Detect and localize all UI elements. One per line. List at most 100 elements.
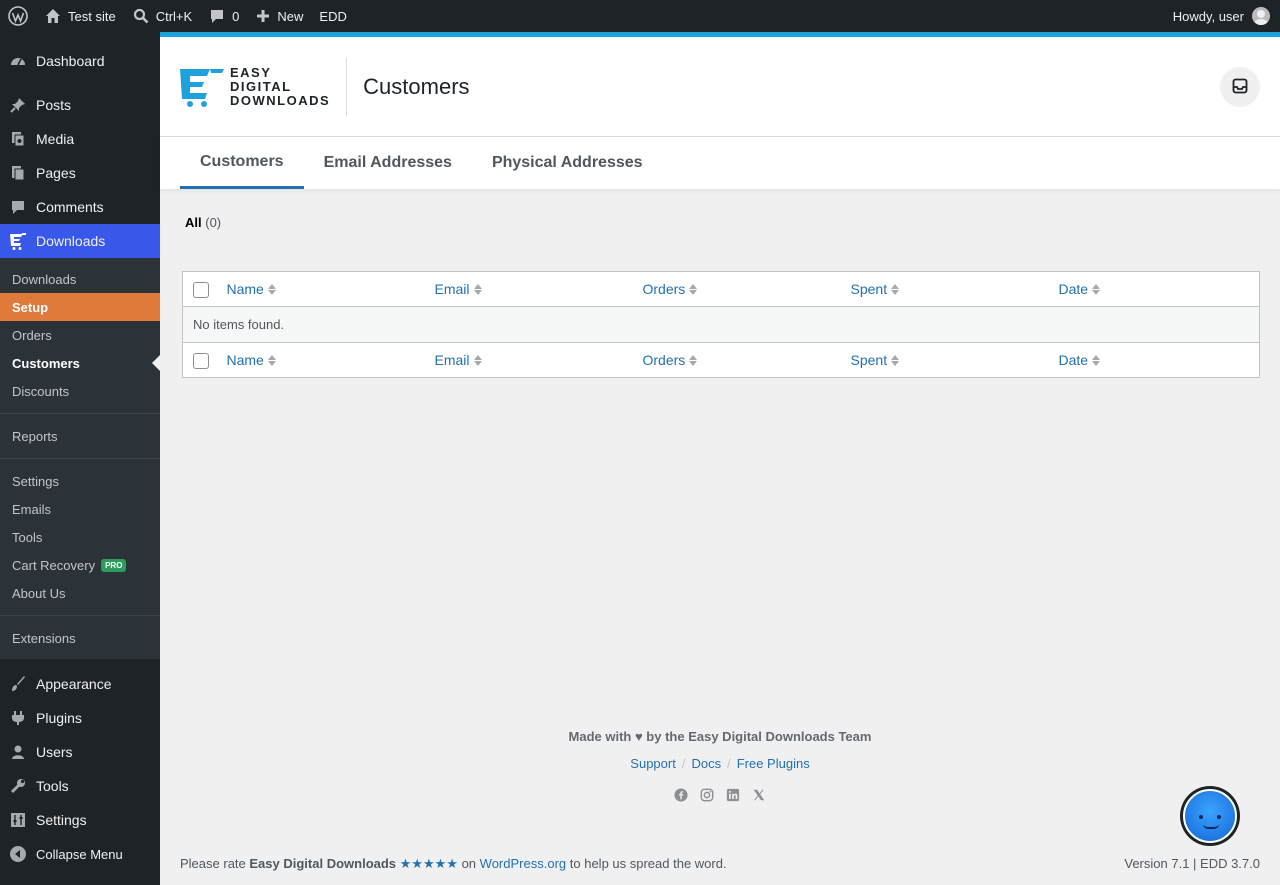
wp-logo-menu[interactable] xyxy=(0,0,36,32)
sidebar-label-comments: Comments xyxy=(36,199,104,215)
submenu-separator xyxy=(0,615,160,616)
comments-count: 0 xyxy=(232,8,240,24)
notifications-inbox-button[interactable] xyxy=(1220,67,1260,107)
sidebar-item-posts[interactable]: Posts xyxy=(0,88,160,122)
pushpin-icon xyxy=(8,95,28,115)
submenu-item-customers[interactable]: Customers xyxy=(0,349,160,377)
sort-arrows-icon xyxy=(891,283,900,295)
submenu-item-extensions[interactable]: Extensions xyxy=(0,624,160,652)
sidebar-label-downloads: Downloads xyxy=(36,233,106,249)
select-all-checkbox[interactable] xyxy=(193,282,209,298)
select-all-checkbox[interactable] xyxy=(193,353,209,369)
column-name[interactable]: Name xyxy=(216,342,425,378)
empty-table-message: No items found. xyxy=(182,306,1260,343)
wordpress-org-link[interactable]: WordPress.org xyxy=(480,856,566,871)
admin-bar: Test site Ctrl+K 0 New EDD Howdy, user xyxy=(0,0,1280,32)
my-account-menu[interactable]: Howdy, user xyxy=(1173,7,1280,25)
collapse-menu-button[interactable]: Collapse Menu xyxy=(0,837,160,871)
free-plugins-link[interactable]: Free Plugins xyxy=(737,756,810,771)
submenu-item-downloads[interactable]: Downloads xyxy=(0,265,160,293)
column-date[interactable]: Date xyxy=(1048,342,1260,378)
submenu-item-discounts[interactable]: Discounts xyxy=(0,377,160,405)
edd-menu[interactable]: EDD xyxy=(311,0,354,32)
instagram-icon[interactable] xyxy=(700,787,714,802)
comments-menu[interactable]: 0 xyxy=(200,0,247,32)
sidebar-item-comments[interactable]: Comments xyxy=(0,190,160,224)
sidebar-item-settings[interactable]: Settings xyxy=(0,803,160,837)
rate-message: Please rate Easy Digital Downloads ★★★★★… xyxy=(180,856,727,872)
logo-line: DIGITAL xyxy=(230,78,292,94)
sidebar-label-posts: Posts xyxy=(36,97,72,113)
column-spent[interactable]: Spent xyxy=(840,342,1049,378)
status-filter: All (0) xyxy=(185,215,221,230)
rate-prefix: Please rate xyxy=(180,856,246,871)
submenu-item-cart-recovery[interactable]: Cart Recovery PRO xyxy=(0,551,160,579)
column-email[interactable]: Email xyxy=(424,342,633,378)
column-orders[interactable]: Orders xyxy=(632,271,841,307)
linkedin-icon[interactable] xyxy=(726,787,740,802)
sidebar-label-appearance: Appearance xyxy=(36,676,112,692)
user-icon xyxy=(8,742,28,762)
sidebar-item-appearance[interactable]: Appearance xyxy=(0,667,160,701)
sort-arrows-icon xyxy=(689,354,698,366)
column-email-label: Email xyxy=(434,281,470,297)
submenu-item-setup[interactable]: Setup xyxy=(0,293,160,321)
edd-logo: EASY DIGITAL DOWNLOADS xyxy=(160,57,348,116)
sidebar-item-tools[interactable]: Tools xyxy=(0,769,160,803)
submenu-separator xyxy=(0,413,160,414)
edd-logo-icon xyxy=(180,68,224,107)
submenu-item-about-us[interactable]: About Us xyxy=(0,579,160,607)
sidebar-item-pages[interactable]: Pages xyxy=(0,156,160,190)
select-all-cell xyxy=(182,271,217,307)
sidebar-item-media[interactable]: Media xyxy=(0,122,160,156)
x-twitter-icon[interactable] xyxy=(752,787,766,801)
column-date[interactable]: Date xyxy=(1048,271,1260,307)
home-icon xyxy=(44,7,62,25)
section-tabs: Customers Email Addresses Physical Addre… xyxy=(160,137,1280,189)
column-name[interactable]: Name xyxy=(216,271,425,307)
command-palette-search[interactable]: Ctrl+K xyxy=(124,0,200,32)
column-spent[interactable]: Spent xyxy=(840,271,1049,307)
tab-physical-addresses[interactable]: Physical Addresses xyxy=(472,137,663,189)
edd-downloads-icon xyxy=(8,231,28,251)
help-mascot-button[interactable] xyxy=(1180,786,1240,846)
downloads-submenu: Downloads Setup Orders Customers Discoun… xyxy=(0,258,160,659)
filter-all-link[interactable]: All xyxy=(185,215,202,230)
select-all-cell xyxy=(182,342,217,378)
logo-line: DOWNLOADS xyxy=(230,92,331,108)
submenu-item-emails[interactable]: Emails xyxy=(0,495,160,523)
mascot-face-icon xyxy=(1183,789,1237,843)
search-icon xyxy=(132,7,150,25)
filter-all-count: (0) xyxy=(205,215,222,230)
submenu-item-settings[interactable]: Settings xyxy=(0,467,160,495)
facebook-icon[interactable] xyxy=(674,787,688,802)
site-name-menu[interactable]: Test site xyxy=(36,0,124,32)
sort-arrows-icon xyxy=(1092,283,1101,295)
support-link[interactable]: Support xyxy=(630,756,676,771)
social-links xyxy=(160,787,1280,802)
sidebar-item-dashboard[interactable]: Dashboard xyxy=(0,43,160,79)
sort-arrows-icon xyxy=(473,354,482,366)
rate-on: on xyxy=(461,856,477,871)
new-content-menu[interactable]: New xyxy=(247,0,311,32)
column-email[interactable]: Email xyxy=(424,271,633,307)
tab-customers[interactable]: Customers xyxy=(180,137,304,189)
collapse-menu-label: Collapse Menu xyxy=(36,846,123,862)
sidebar-item-downloads[interactable]: Downloads xyxy=(0,224,160,258)
sidebar-item-plugins[interactable]: Plugins xyxy=(0,701,160,735)
docs-link[interactable]: Docs xyxy=(691,756,721,771)
rate-stars-link[interactable]: ★★★★★ xyxy=(400,856,458,871)
submenu-item-reports[interactable]: Reports xyxy=(0,422,160,450)
sidebar-item-users[interactable]: Users xyxy=(0,735,160,769)
site-name-label: Test site xyxy=(68,8,116,24)
paintbrush-icon xyxy=(8,674,28,694)
rate-suffix: to help us spread the word. xyxy=(569,856,727,871)
pro-badge: PRO xyxy=(101,558,127,572)
search-shortcut-label: Ctrl+K xyxy=(155,8,193,24)
tab-email-addresses[interactable]: Email Addresses xyxy=(304,137,472,189)
column-orders[interactable]: Orders xyxy=(632,342,841,378)
submenu-item-tools[interactable]: Tools xyxy=(0,523,160,551)
submenu-item-orders[interactable]: Orders xyxy=(0,321,160,349)
media-icon xyxy=(8,129,28,149)
submenu-separator xyxy=(0,458,160,459)
